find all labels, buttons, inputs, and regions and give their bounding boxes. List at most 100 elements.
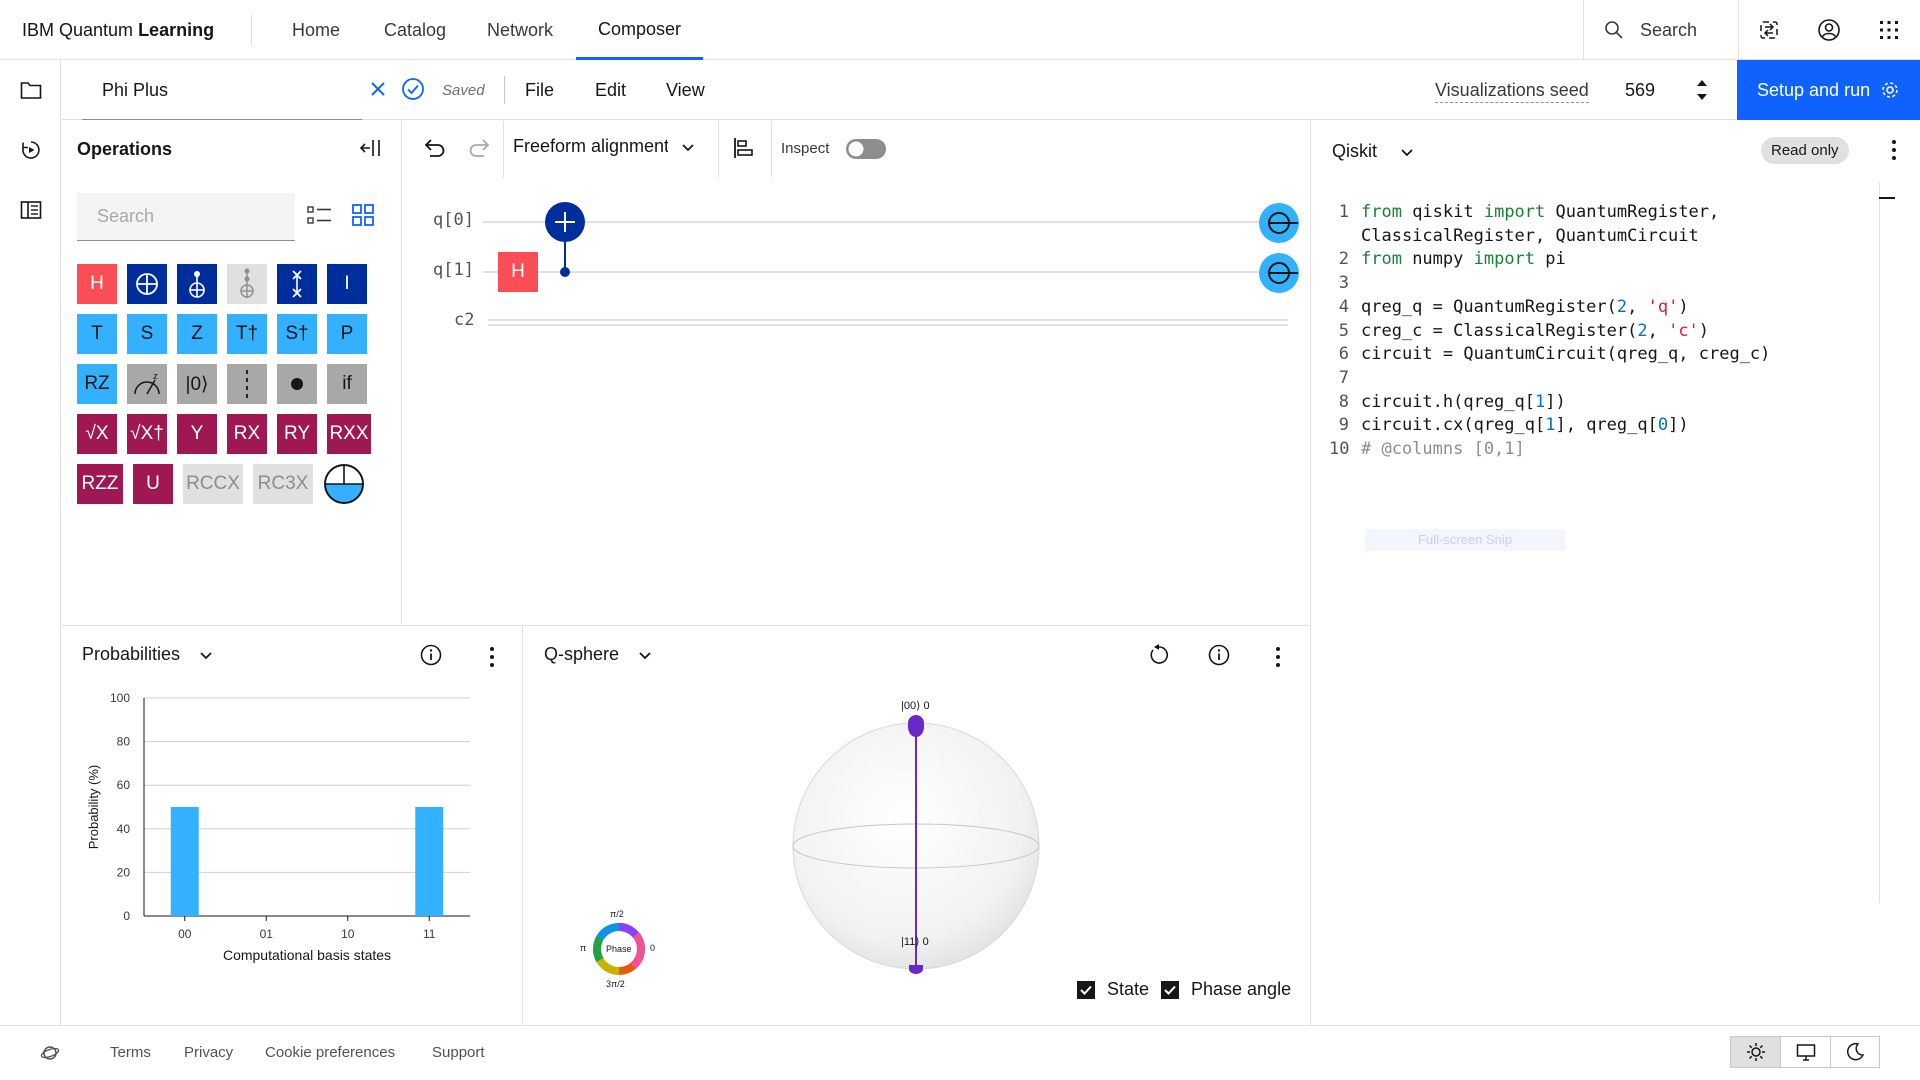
phase-angle-checkbox[interactable]: Phase angle — [1161, 979, 1291, 1000]
code-overflow-menu-button[interactable] — [1891, 139, 1897, 166]
user-profile-button[interactable] — [1799, 0, 1859, 60]
app-switcher-button[interactable] — [1859, 0, 1919, 60]
gate-rc3x[interactable]: RC3X — [253, 464, 313, 504]
brand-logo[interactable]: IBM Quantum Learning — [22, 0, 214, 60]
visualizations-seed-label[interactable]: Visualizations seed — [1435, 80, 1589, 103]
q1-measure-indicator-icon[interactable] — [1258, 252, 1300, 294]
probabilities-dropdown[interactable]: Probabilities — [82, 644, 214, 665]
gate-rxx[interactable]: RXX — [327, 414, 371, 454]
nav-catalog[interactable]: Catalog — [362, 0, 468, 60]
qsphere-info-button[interactable] — [1208, 644, 1230, 671]
gate-toffoli[interactable] — [227, 264, 267, 304]
gate-rzz[interactable]: RZZ — [77, 464, 123, 504]
gate-cnot[interactable] — [177, 264, 217, 304]
code-scrollbar[interactable] — [1879, 183, 1880, 903]
redo-button[interactable] — [467, 135, 493, 166]
wire-label-q0: q[0] — [433, 210, 474, 230]
inspect-toggle[interactable] — [845, 138, 887, 165]
gate-measure-z[interactable]: z — [127, 364, 167, 404]
close-file-button[interactable] — [367, 78, 389, 105]
menu-edit[interactable]: Edit — [595, 60, 626, 120]
gate-p[interactable]: P — [327, 314, 367, 354]
gate-t[interactable]: T — [77, 314, 117, 354]
gate-barrier[interactable] — [227, 364, 267, 404]
nav-composer[interactable]: Composer — [576, 0, 704, 60]
circuit-gate-h[interactable]: H — [498, 252, 538, 292]
gate-z[interactable]: Z — [177, 314, 217, 354]
undo-button[interactable] — [421, 135, 447, 166]
ibm-planet-logo[interactable] — [40, 1043, 60, 1068]
qubit-wire-q0[interactable] — [483, 221, 1297, 223]
footer-link-privacy[interactable]: Privacy — [184, 1044, 233, 1061]
code-language-dropdown[interactable]: Qiskit — [1332, 141, 1415, 162]
qubit-wire-q1[interactable] — [483, 271, 1297, 273]
scroll-thumb[interactable] — [1879, 197, 1895, 199]
align-left-button[interactable] — [732, 136, 756, 165]
switch-account-button[interactable] — [1739, 0, 1799, 60]
probabilities-overflow-button[interactable] — [489, 646, 495, 673]
gate-sdg[interactable]: S† — [277, 314, 317, 354]
theme-system-button[interactable] — [1780, 1037, 1829, 1067]
planet-icon — [40, 1046, 60, 1060]
qsphere-overflow-button[interactable] — [1275, 646, 1281, 673]
gate-control[interactable] — [277, 364, 317, 404]
operations-search-input[interactable]: Search — [77, 193, 295, 241]
menu-file[interactable]: File — [525, 60, 554, 120]
gate-swap[interactable] — [277, 264, 317, 304]
footer-link-support[interactable]: Support — [432, 1044, 485, 1061]
file-name-input[interactable]: Phi Plus — [82, 60, 362, 120]
code-language-value: Qiskit — [1332, 141, 1377, 161]
file-toolbar: Phi Plus Saved File Edit View Visualizat… — [62, 60, 1920, 120]
qsphere-reset-button[interactable] — [1148, 644, 1170, 671]
seed-stepper[interactable] — [1694, 75, 1710, 110]
state-checkbox-label: State — [1107, 979, 1150, 999]
probabilities-info-button[interactable] — [420, 644, 442, 671]
files-button[interactable] — [0, 60, 61, 120]
stepper-arrows-icon — [1697, 80, 1707, 100]
footer-link-cookie-preferences[interactable]: Cookie preferences — [265, 1044, 395, 1061]
gate-reset[interactable]: |0⟩ — [177, 364, 217, 404]
gate-sx[interactable]: √X — [77, 414, 117, 454]
gate-if[interactable]: if — [327, 364, 367, 404]
list-view-button[interactable] — [307, 204, 333, 231]
state-checkbox[interactable]: State — [1077, 979, 1149, 1000]
alignment-dropdown[interactable]: Freeform alignment — [513, 136, 696, 157]
q0-measure-indicator-icon[interactable] — [1258, 202, 1300, 244]
gate-sxdg[interactable]: √X† — [127, 414, 167, 454]
header-search[interactable]: Search — [1583, 0, 1738, 60]
sun-icon — [1746, 1043, 1765, 1061]
gate-custom-state[interactable] — [323, 464, 365, 504]
code-line: 7 — [1338, 367, 1349, 388]
circuit-gate-cnot[interactable] — [543, 201, 587, 283]
gate-ry[interactable]: RY — [277, 414, 317, 454]
gate-y[interactable]: Y — [177, 414, 217, 454]
theme-dark-button[interactable] — [1829, 1037, 1879, 1067]
gate-u[interactable]: U — [133, 464, 173, 504]
circuit-canvas[interactable]: q[0] q[1] c2 H — [403, 177, 1310, 624]
gate-i[interactable]: I — [327, 264, 367, 304]
nav-network[interactable]: Network — [465, 0, 575, 60]
list-view-icon — [307, 206, 331, 224]
qsphere-dropdown[interactable]: Q-sphere — [544, 644, 653, 665]
theme-light-button[interactable] — [1731, 1037, 1781, 1067]
gate-rx[interactable]: RX — [227, 414, 267, 454]
gate-rccx[interactable]: RCCX — [183, 464, 243, 504]
y-tick-label: 20 — [117, 865, 131, 879]
menu-view[interactable]: View — [666, 60, 705, 120]
gate-tdg[interactable]: T† — [227, 314, 267, 354]
ghost-overlay-text: Full-screen Snip — [1365, 529, 1565, 551]
gate-s[interactable]: S — [127, 314, 167, 354]
collapse-operations-button[interactable] — [359, 137, 382, 164]
gate-h[interactable]: H — [77, 264, 117, 304]
history-button[interactable] — [0, 120, 61, 180]
docs-button[interactable] — [0, 180, 61, 240]
gate-not[interactable] — [127, 264, 167, 304]
setup-and-run-button[interactable]: Setup and run — [1737, 60, 1920, 120]
brand-prefix: IBM Quantum — [22, 20, 134, 40]
nav-home[interactable]: Home — [270, 0, 362, 60]
gate-rz[interactable]: RZ — [77, 364, 117, 404]
code-editor[interactable]: 1 from qiskit import QuantumRegister, Cla… — [1329, 201, 1770, 462]
footer-link-terms[interactable]: Terms — [110, 1044, 151, 1061]
grid-view-button[interactable] — [352, 204, 374, 231]
seed-value[interactable]: 569 — [1625, 80, 1655, 101]
